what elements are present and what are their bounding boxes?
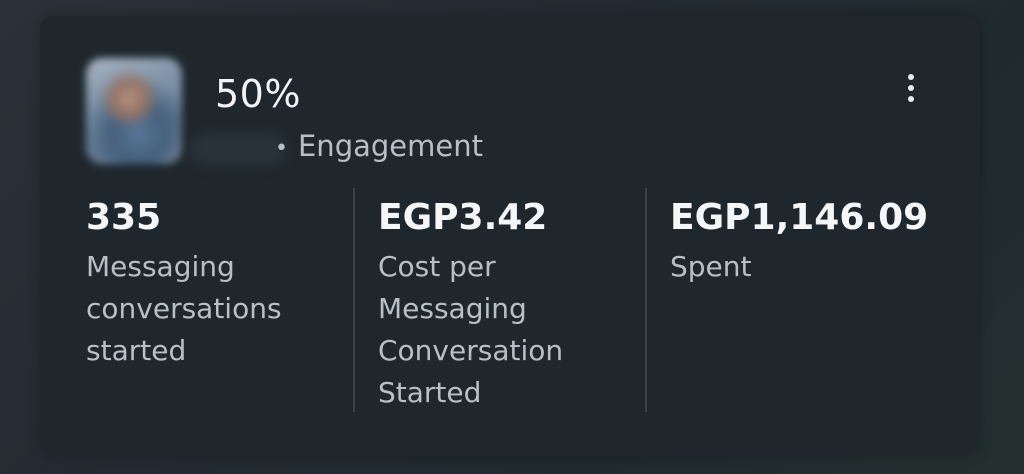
campaign-card[interactable]: 50% • Engagement 335 Messaging conversati…	[40, 16, 980, 456]
metric-spent: EGP1,146.09 Spent	[670, 194, 950, 288]
more-options-button[interactable]	[896, 68, 926, 108]
objective-separator: •	[275, 135, 288, 161]
metric-label: Cost per Messaging Conversation Started	[378, 250, 564, 409]
more-vertical-icon-dot	[908, 96, 914, 102]
result-percent: 50%	[215, 72, 301, 116]
metric-value: 335	[86, 197, 162, 238]
campaign-objective: • Engagement	[275, 129, 483, 163]
metric-divider	[645, 188, 647, 412]
metric-label: Messaging conversations started	[86, 250, 282, 367]
more-vertical-icon-dot	[908, 85, 914, 91]
metric-divider	[353, 188, 355, 412]
metric-value: EGP3.42	[378, 197, 548, 238]
campaign-thumbnail[interactable]	[86, 58, 182, 164]
metric-label: Spent	[670, 250, 752, 283]
redacted-campaign-name	[190, 134, 285, 164]
objective-label: Engagement	[297, 129, 483, 163]
more-vertical-icon	[908, 74, 914, 80]
metric-conversations: 335 Messaging conversations started	[86, 194, 336, 372]
metric-value: EGP1,146.09	[670, 197, 929, 238]
metric-cost-per-conversation: EGP3.42 Cost per Messaging Conversation …	[378, 194, 618, 414]
